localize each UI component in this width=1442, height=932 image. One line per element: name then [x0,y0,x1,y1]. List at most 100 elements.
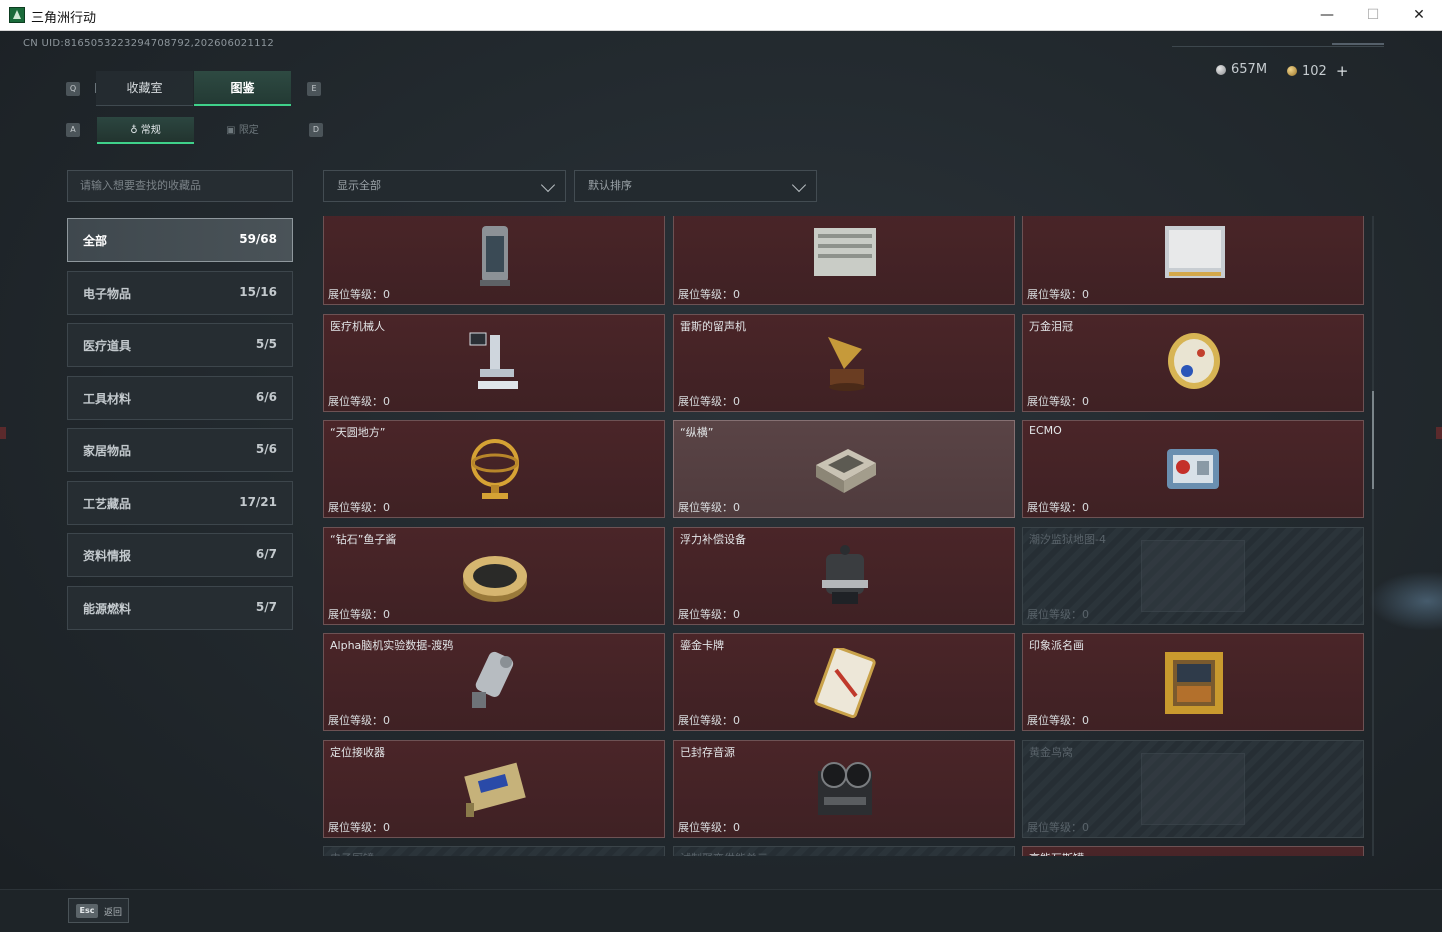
grid-scrollbar[interactable] [1372,216,1374,856]
collectible-card[interactable]: “钻石”鱼子酱 展位等级：0 [323,526,665,625]
back-button[interactable]: Esc 返回 [68,898,129,923]
category-count: 5/5 [255,337,277,351]
collectible-card[interactable]: 印象派名画展位等级：0 [1022,633,1364,731]
display-level: 展位等级：0 [1027,607,1089,621]
sort-select[interactable]: 默认排序 [574,170,817,202]
flask-icon: ♁ [130,125,141,136]
collectible-card[interactable]: 雷斯的留声机 展位等级：0 [673,313,1015,412]
collectible-card[interactable]: ECMO 展位等级：0 [1022,420,1364,518]
tab-codex[interactable]: 图鉴 [194,71,291,106]
collectible-name: 医疗机械人 [330,319,385,333]
map-icon [1141,539,1245,612]
sort-value: 默认排序 [588,179,632,192]
header-divider [1172,46,1384,47]
footer-bar [0,889,1442,932]
collectible-card[interactable]: 万金泪冠 展位等级：0 [1022,313,1364,412]
category-count: 5/7 [255,599,277,614]
category-count: 59/68 [239,232,277,246]
category-count: 17/21 [239,494,277,509]
subtab-regular[interactable]: ♁ 常规 [97,117,194,144]
collectible-card[interactable]: “纵横” 展位等级：0 [673,420,1015,518]
battery-pack-icon [1165,226,1225,278]
collectible-name: 印象派名画 [1029,639,1084,652]
silver-currency-value: 657M [1231,62,1268,77]
close-button[interactable]: ✕ [1396,0,1442,31]
header-accent-line [1332,43,1384,45]
display-level: 展位等级：0 [328,714,390,727]
collectible-card[interactable]: 展位等级：0 [1022,216,1364,305]
category-item[interactable]: 全部 59/68 [67,218,293,262]
collectible-name: 雷斯的留声机 [680,319,746,333]
collectible-name: 黄金鸟窝 [1029,745,1073,759]
collectible-card[interactable]: 黄金鸟窝 展位等级：0 [1022,739,1364,838]
gold-card-icon [814,648,876,718]
collectible-name: 定位接收器 [330,745,385,759]
category-item[interactable]: 医疗道具 5/5 [67,323,293,367]
category-label: 资料情报 [83,549,132,563]
collectible-card[interactable]: 定位接收器 展位等级：0 [323,739,665,838]
key-hint-q: Q [66,82,80,96]
collectible-card[interactable]: 已封存音源 展位等级：0 [673,739,1015,838]
category-item[interactable]: 工具材料 6/6 [67,375,293,420]
left-edge-marker [0,427,6,439]
diving-gear-icon [822,544,868,604]
category-item[interactable]: 能源燃料 5/7 [67,585,293,630]
window-title: 三角洲行动 [31,11,97,26]
collectible-name: “天圆地方” [330,426,386,439]
search-input[interactable]: 请输入想要查找的收藏品 [67,170,293,202]
gold-currency-value: 102 [1302,63,1327,79]
subtab-limited[interactable]: ▣ 限定 [194,117,291,144]
collectible-card[interactable]: 高能瓦斯罐 [1022,846,1364,856]
display-level: 展位等级：0 [678,501,740,514]
gold-currency: 102 + [1287,62,1348,80]
category-item[interactable]: 家居物品 5/6 [67,428,293,472]
collectible-card[interactable]: Alpha脑机实验数据-渡鸦 展位等级：0 [323,633,665,731]
framed-painting-icon [1165,652,1223,714]
collectible-name: 电子厨镜 [330,850,374,856]
collectible-card[interactable]: 展位等级：0 [673,216,1015,305]
tab-collection-room[interactable]: 收藏室 [96,71,193,106]
right-edge-marker [1436,427,1442,439]
silver-currency: 657M [1216,62,1267,77]
minimize-button[interactable]: — [1304,0,1350,31]
subtab-limited-label: 限定 [238,125,259,136]
background-glow [1368,571,1442,631]
app-logo-icon [9,7,25,23]
chevron-down-icon [540,177,556,193]
maximize-button[interactable]: ☐ [1350,0,1396,31]
server-box-icon [814,228,876,276]
display-level: 展位等级：0 [1027,714,1089,727]
caviar-tin-icon [463,555,527,602]
grid-scrollbar-thumb[interactable] [1372,391,1374,489]
category-count: 6/6 [255,389,277,404]
add-currency-button[interactable]: + [1336,62,1349,80]
collectible-card[interactable]: 展位等级：0 [323,216,665,305]
collectible-name: 试制聚变供能单元 [680,850,768,856]
category-item[interactable]: 资料情报 6/7 [67,533,293,577]
collectible-name: 浮力补偿设备 [680,532,746,546]
collectible-card[interactable]: 电子厨镜 [323,846,665,856]
display-filter-select[interactable]: 显示全部 [323,170,566,202]
display-level: 展位等级：0 [1027,501,1089,514]
ecmo-machine-icon [1167,449,1219,489]
jeweled-egg-icon [1168,332,1220,389]
bird-nest-icon [1141,752,1245,825]
category-label: 家居物品 [83,444,132,458]
display-level: 展位等级：0 [678,607,740,621]
display-level: 展位等级：0 [328,501,390,514]
collectible-card[interactable]: 医疗机械人展位等级：0 [323,313,665,412]
display-level: 展位等级：0 [1027,288,1089,301]
chevron-down-icon [791,177,807,193]
display-level: 展位等级：0 [678,714,740,727]
collectible-card[interactable]: 浮力补偿设备 展位等级：0 [673,526,1015,625]
collectible-card[interactable]: 鎏金卡牌 展位等级：0 [673,633,1015,731]
collectible-card[interactable]: 潮汐监狱地图-4 展位等级：0 [1022,526,1364,625]
category-label: 工具材料 [83,391,132,406]
collectible-card[interactable]: “天圆地方” 展位等级：0 [323,420,665,518]
category-item[interactable]: 工艺藏品 17/21 [67,480,293,525]
display-level: 展位等级：0 [328,394,390,408]
display-level: 展位等级：0 [328,607,390,621]
key-hint-d: D [309,123,323,137]
category-item[interactable]: 电子物品 15/16 [67,270,293,315]
collectible-card[interactable]: 试制聚变供能单元 [673,846,1015,856]
